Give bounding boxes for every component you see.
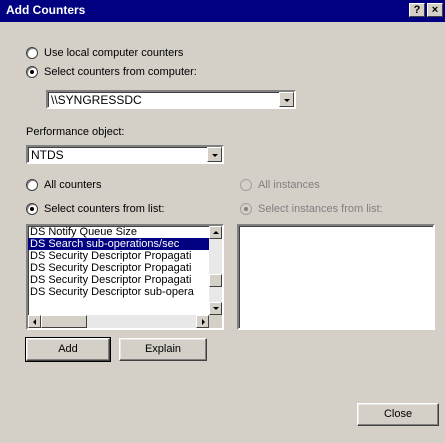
performance-object-combo[interactable]: NTDS xyxy=(26,145,224,164)
scroll-right-icon[interactable] xyxy=(196,315,209,328)
radio-select-counters-label: Select counters from list: xyxy=(44,203,165,215)
radio-all-counters-label: All counters xyxy=(44,179,102,191)
counters-horizontal-scrollbar[interactable] xyxy=(28,315,209,328)
performance-object-value: NTDS xyxy=(31,148,64,162)
close-button[interactable]: Close xyxy=(357,403,439,426)
radio-all-instances-indicator xyxy=(240,179,252,191)
list-item[interactable]: DS Security Descriptor Propagati xyxy=(28,262,209,274)
radio-select-instances-indicator xyxy=(240,203,252,215)
list-item[interactable]: DS Search sub-operations/sec xyxy=(28,238,209,250)
scroll-down-icon[interactable] xyxy=(209,302,222,315)
performance-object-dropdown-icon[interactable] xyxy=(207,147,222,162)
vertical-scroll-thumb[interactable] xyxy=(209,274,222,287)
close-window-button[interactable]: × xyxy=(427,3,443,17)
scrollbar-corner xyxy=(209,315,222,328)
scroll-left-icon[interactable] xyxy=(28,315,41,328)
radio-local-label: Use local computer counters xyxy=(44,47,184,59)
radio-select-instances: Select instances from list: xyxy=(240,201,383,217)
radio-local-indicator[interactable] xyxy=(26,47,38,59)
list-item[interactable]: DS Security Descriptor Propagati xyxy=(28,250,209,262)
radio-all-counters-indicator[interactable] xyxy=(26,179,38,191)
scroll-up-icon[interactable] xyxy=(209,226,222,239)
explain-button[interactable]: Explain xyxy=(119,338,207,361)
radio-select-counters[interactable]: Select counters from list: xyxy=(26,201,164,217)
radio-select-counters-indicator[interactable] xyxy=(26,203,38,215)
computer-combo-value: \\SYNGRESSDC xyxy=(51,93,142,107)
close-button-label: Close xyxy=(383,408,413,420)
horizontal-scroll-thumb[interactable] xyxy=(41,315,87,328)
counters-list-items: DS Notify Queue Size DS Search sub-opera… xyxy=(28,226,209,315)
radio-local-computer[interactable]: Use local computer counters xyxy=(26,45,183,61)
radio-select-instances-label: Select instances from list: xyxy=(258,203,383,215)
radio-select-computer-indicator[interactable] xyxy=(26,66,38,78)
radio-all-instances-label: All instances xyxy=(258,179,320,191)
radio-all-instances: All instances xyxy=(240,177,320,193)
window-title: Add Counters xyxy=(6,3,86,17)
radio-all-counters[interactable]: All counters xyxy=(26,177,101,193)
computer-combo-dropdown-icon[interactable] xyxy=(279,92,294,107)
radio-select-computer-label: Select counters from computer: xyxy=(44,66,197,78)
title-bar: Add Counters ? × xyxy=(0,0,445,22)
computer-combo[interactable]: \\SYNGRESSDC xyxy=(46,90,296,109)
list-item[interactable]: DS Notify Queue Size xyxy=(28,226,209,238)
explain-button-label: Explain xyxy=(144,343,182,355)
add-button-label: Add xyxy=(58,343,78,355)
radio-select-computer[interactable]: Select counters from computer: xyxy=(26,64,197,80)
help-button[interactable]: ? xyxy=(409,3,425,17)
instances-listbox xyxy=(237,224,435,330)
list-item[interactable]: DS Security Descriptor sub-opera xyxy=(28,286,209,298)
performance-object-label: Performance object: xyxy=(26,126,125,138)
counters-vertical-scrollbar[interactable] xyxy=(209,226,222,315)
list-item[interactable]: DS Security Descriptor Propagati xyxy=(28,274,209,286)
counters-listbox[interactable]: DS Notify Queue Size DS Search sub-opera… xyxy=(26,224,224,330)
add-button[interactable]: Add xyxy=(25,337,111,362)
